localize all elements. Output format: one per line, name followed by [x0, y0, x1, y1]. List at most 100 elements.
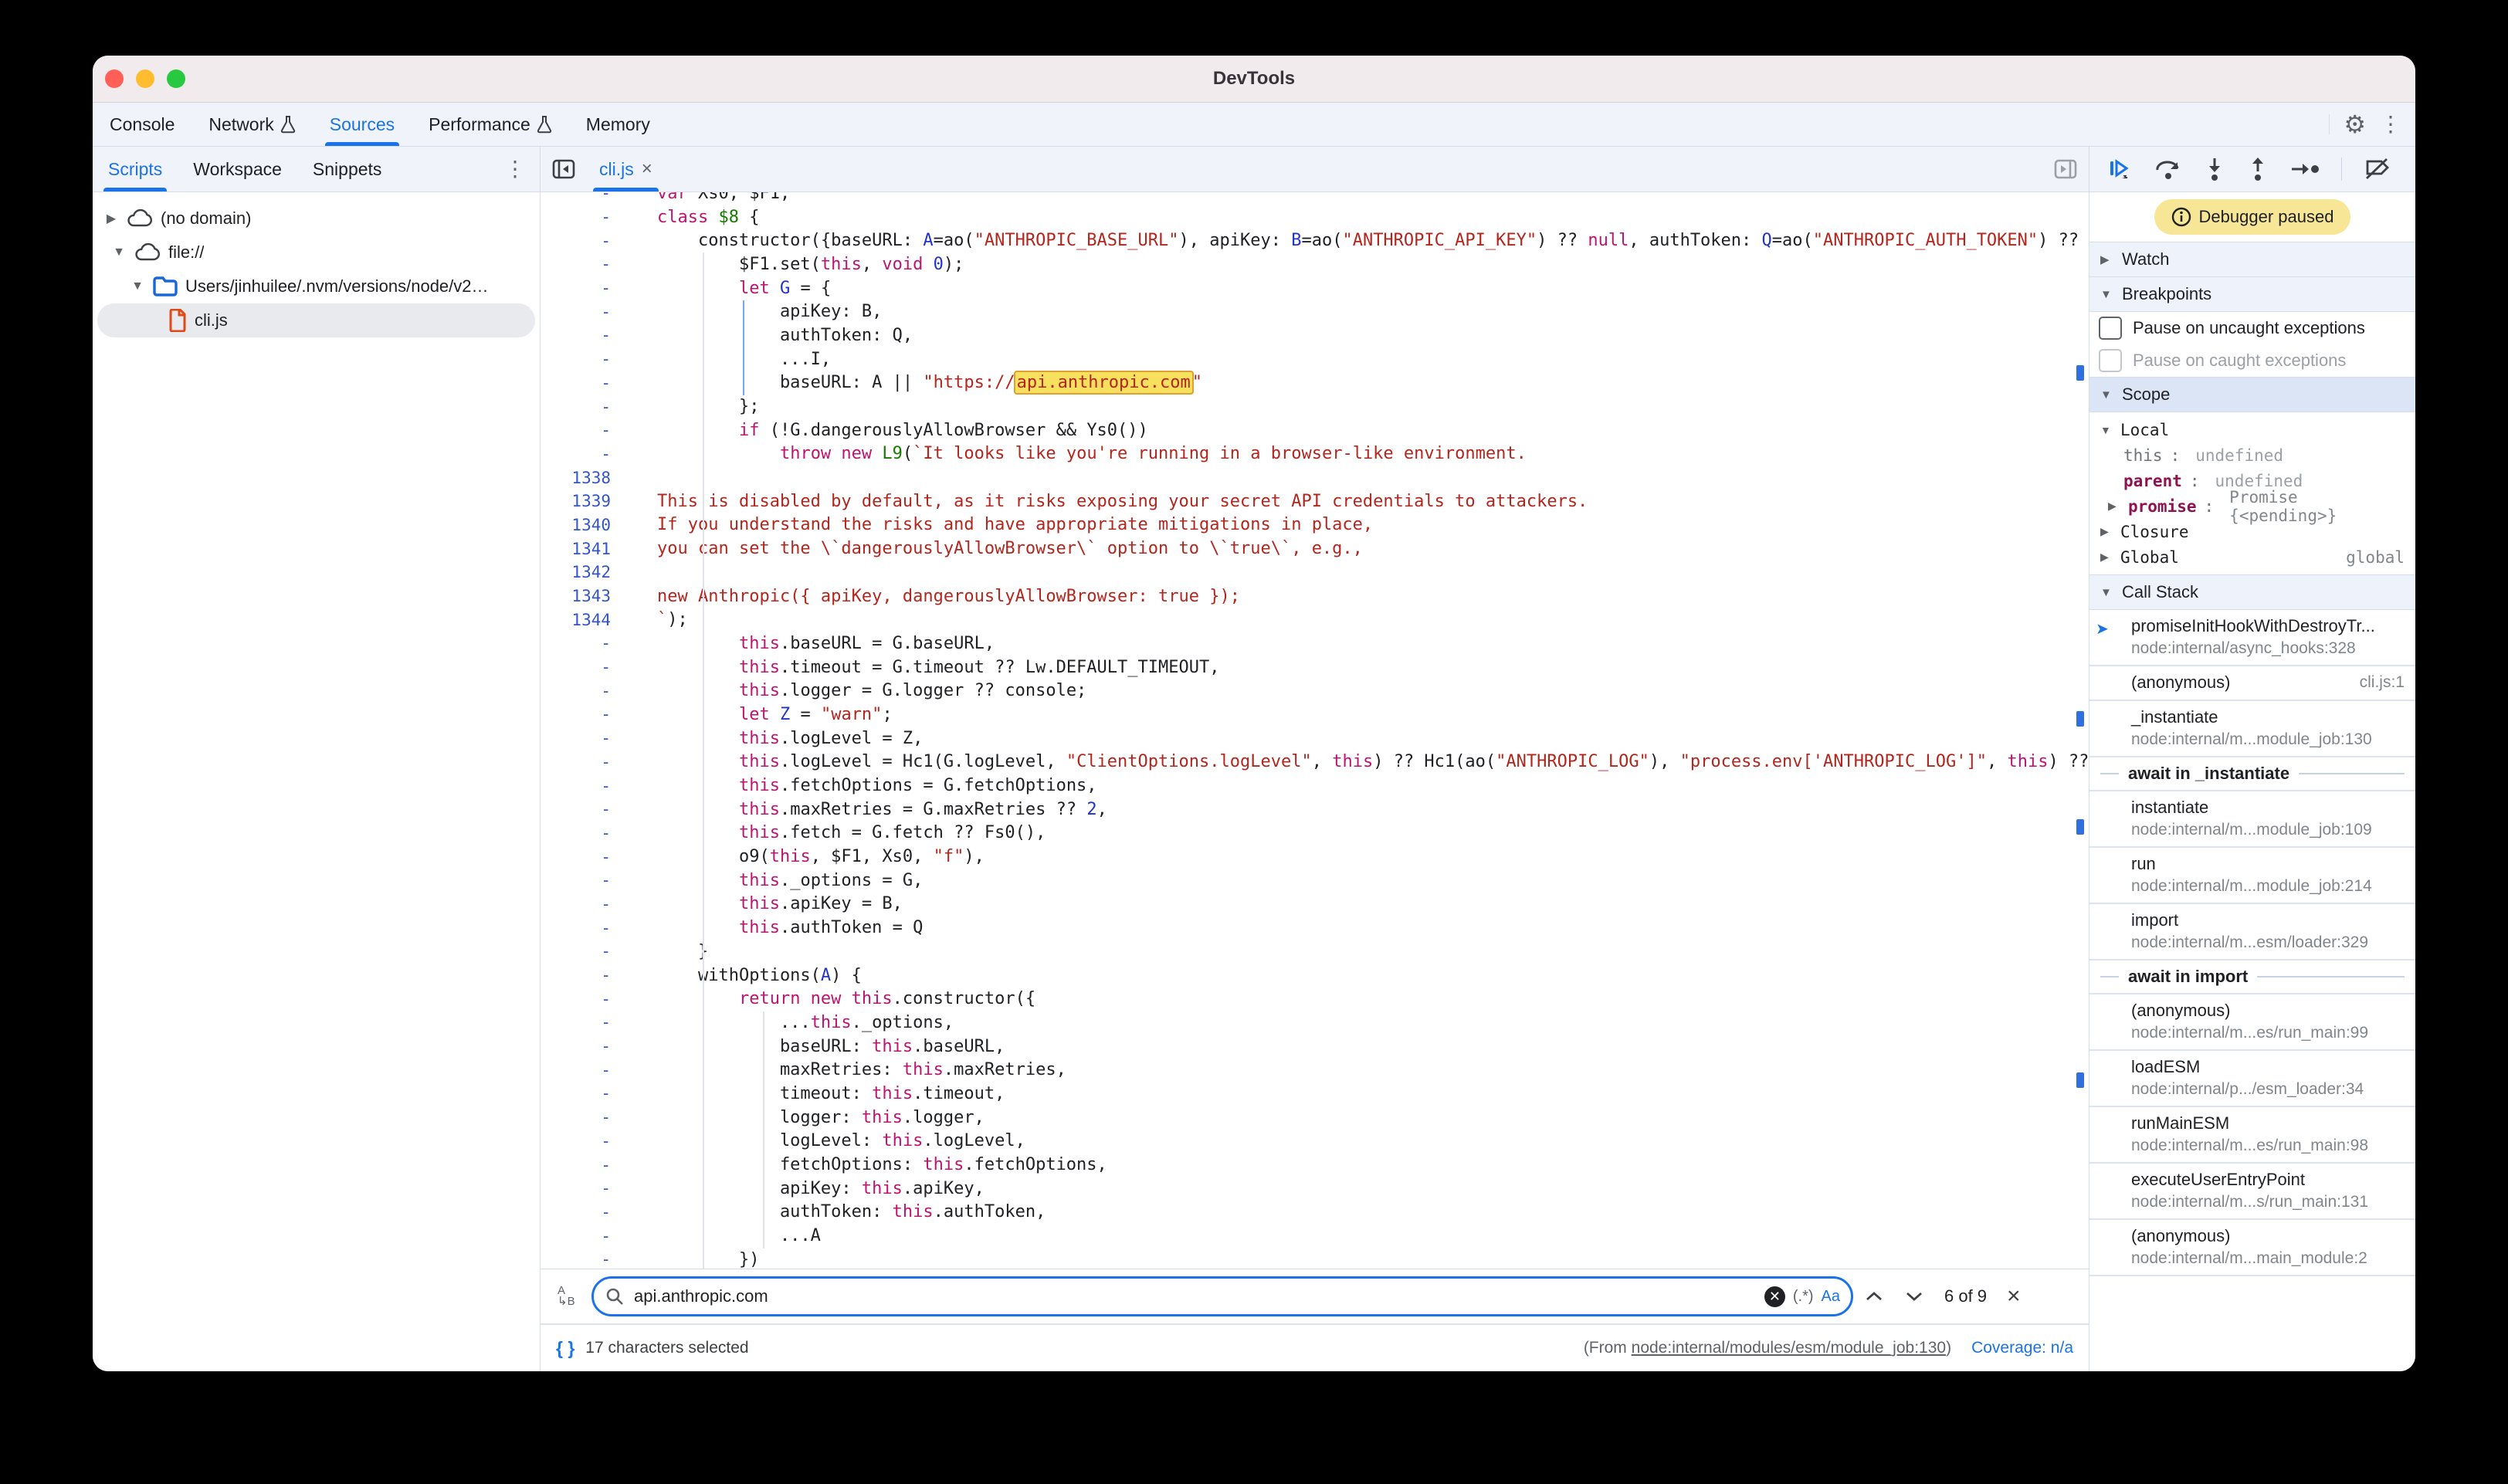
line-number[interactable]: -	[541, 255, 622, 273]
code-line[interactable]: - this.logLevel = Z,	[541, 727, 2089, 750]
callstack-frame[interactable]: (anonymous)node:internal/m...es/run_main…	[2089, 994, 2415, 1051]
editor-tab-clijs[interactable]: cli.js ×	[587, 147, 665, 191]
scope-local-row[interactable]: ▼ Local	[2089, 417, 2415, 442]
code-line[interactable]: 1343new Anthropic({ apiKey, dangerouslyA…	[541, 584, 2089, 608]
line-number[interactable]: 1339	[541, 492, 622, 510]
scope-this-row[interactable]: this: undefined	[2089, 442, 2415, 468]
code-line[interactable]: - logger: this.logger,	[541, 1106, 2089, 1130]
callstack-frame[interactable]: runnode:internal/m...module_job:214	[2089, 848, 2415, 904]
code-line[interactable]: - this.logger = G.logger ?? console;	[541, 679, 2089, 703]
line-number[interactable]: -	[541, 398, 622, 416]
match-case-toggle[interactable]: Aa	[1822, 1288, 1840, 1306]
code-line[interactable]: - fetchOptions: this.fetchOptions,	[541, 1153, 2089, 1177]
code-line[interactable]: - if (!G.dangerouslyAllowBrowser && Ys0(…	[541, 418, 2089, 442]
callstack-frame[interactable]: (anonymous)cli.js:1	[2089, 666, 2415, 701]
settings-gear-icon[interactable]: ⚙	[2344, 112, 2366, 137]
line-number[interactable]: -	[541, 421, 622, 439]
tab-snippets[interactable]: Snippets	[297, 147, 398, 191]
chevron-right-icon[interactable]: ▶	[2100, 525, 2113, 538]
line-number[interactable]: -	[541, 303, 622, 321]
line-number[interactable]: -	[541, 445, 622, 463]
tab-network[interactable]: Network	[191, 103, 312, 146]
code-line[interactable]: - this.timeout = G.timeout ?? Lw.DEFAULT…	[541, 656, 2089, 679]
tab-workspace[interactable]: Workspace	[178, 147, 297, 191]
line-number[interactable]: -	[541, 1203, 622, 1221]
tab-memory[interactable]: Memory	[569, 103, 667, 146]
code-line[interactable]: - this.fetch = G.fetch ?? Fs0(),	[541, 822, 2089, 845]
line-number[interactable]: -	[541, 1013, 622, 1032]
next-match-icon[interactable]	[1904, 1289, 1924, 1303]
close-tab-icon[interactable]: ×	[642, 158, 652, 180]
line-number[interactable]: -	[541, 895, 622, 913]
line-number[interactable]: -	[541, 966, 622, 984]
code-line[interactable]: 1340If you understand the risks and have…	[541, 513, 2089, 537]
code-line[interactable]: - this.authToken = Q	[541, 916, 2089, 940]
tab-sources[interactable]: Sources	[313, 103, 412, 146]
code-line[interactable]: - ...this._options,	[541, 1011, 2089, 1035]
code-line[interactable]: -class $8 {	[541, 205, 2089, 229]
step-out-icon[interactable]	[2247, 156, 2269, 182]
code-line[interactable]: -var Xs0, $F1;	[541, 192, 2089, 205]
code-line[interactable]: - this.maxRetries = G.maxRetries ?? 2,	[541, 798, 2089, 822]
line-number[interactable]: -	[541, 208, 622, 226]
code-line[interactable]: 1342	[541, 561, 2089, 584]
source-origin-link[interactable]: node:internal/modules/esm/module_job:130	[1632, 1339, 1946, 1357]
code-line[interactable]: - this.apiKey = B,	[541, 893, 2089, 916]
line-number[interactable]: -	[541, 1084, 622, 1103]
previous-match-icon[interactable]	[1864, 1289, 1884, 1303]
chevron-right-icon[interactable]: ▶	[103, 211, 119, 226]
code-line[interactable]: - };	[541, 395, 2089, 418]
line-number[interactable]: 1340	[541, 516, 622, 534]
line-number[interactable]: -	[541, 705, 622, 723]
line-number[interactable]: -	[541, 1108, 622, 1127]
line-number[interactable]: -	[541, 753, 622, 771]
scrollbar-match-tick[interactable]	[2076, 819, 2084, 835]
callstack-frame[interactable]: _instantiatenode:internal/m...module_job…	[2089, 701, 2415, 757]
tree-item-clijs[interactable]: cli.js	[97, 303, 535, 337]
chevron-down-icon[interactable]: ▼	[111, 246, 127, 259]
zoom-window-button[interactable]	[167, 69, 185, 88]
callstack-frame[interactable]: ➤promiseInitHookWithDestroyTr...node:int…	[2089, 610, 2415, 666]
code-line[interactable]: - timeout: this.timeout,	[541, 1082, 2089, 1106]
line-number[interactable]: -	[541, 1132, 622, 1150]
code-line[interactable]: - baseURL: A || "https://api.anthropic.c…	[541, 371, 2089, 395]
code-line[interactable]: - let G = {	[541, 276, 2089, 300]
search-pill[interactable]: ✕ (.*) Aa	[591, 1276, 1853, 1316]
scope-section-header[interactable]: ▼ Scope	[2089, 377, 2415, 412]
line-number[interactable]: -	[541, 848, 622, 866]
line-number[interactable]: -	[541, 990, 622, 1008]
callstack-frame[interactable]: (anonymous)node:internal/m...main_module…	[2089, 1220, 2415, 1276]
coverage-link[interactable]: Coverage: n/a	[1971, 1339, 2073, 1357]
code-line[interactable]: - logLevel: this.logLevel,	[541, 1130, 2089, 1154]
line-number[interactable]: -	[541, 777, 622, 795]
line-number[interactable]: -	[541, 658, 622, 676]
line-number[interactable]: 1342	[541, 563, 622, 581]
code-line[interactable]: 1338	[541, 466, 2089, 490]
line-number[interactable]: -	[541, 634, 622, 652]
line-number[interactable]: 1343	[541, 587, 622, 605]
scope-promise-row[interactable]: ▶ promise: Promise {<pending>}	[2089, 493, 2415, 519]
line-number[interactable]: 1344	[541, 611, 622, 629]
code-line[interactable]: - this._options = G,	[541, 869, 2089, 893]
code-editor[interactable]: -var Xs0, $F1;-class $8 {- constructor({…	[541, 192, 2089, 1269]
code-line[interactable]: - apiKey: this.apiKey,	[541, 1177, 2089, 1201]
code-line[interactable]: - authToken: this.authToken,	[541, 1201, 2089, 1225]
code-line[interactable]: - ...A	[541, 1224, 2089, 1248]
line-number[interactable]: -	[541, 374, 622, 392]
code-line[interactable]: - apiKey: B,	[541, 300, 2089, 324]
code-line[interactable]: 1339This is disabled by default, as it r…	[541, 490, 2089, 513]
code-line[interactable]: - authToken: Q,	[541, 324, 2089, 347]
deactivate-breakpoints-icon[interactable]	[2364, 157, 2391, 181]
breakpoints-section-header[interactable]: ▼ Breakpoints	[2089, 277, 2415, 312]
tab-scripts[interactable]: Scripts	[93, 147, 178, 191]
step-icon[interactable]	[2290, 161, 2320, 177]
minimize-window-button[interactable]	[136, 69, 154, 88]
code-line[interactable]: - throw new L9(`It looks like you're run…	[541, 442, 2089, 466]
code-line[interactable]: - $F1.set(this, void 0);	[541, 252, 2089, 276]
resume-script-icon[interactable]	[2106, 156, 2133, 182]
close-search-icon[interactable]: ×	[2007, 1283, 2021, 1310]
search-input[interactable]	[632, 1286, 1757, 1307]
code-line[interactable]: - constructor({baseURL: A=ao("ANTHROPIC_…	[541, 229, 2089, 252]
line-number[interactable]: -	[541, 682, 622, 700]
chevron-right-icon[interactable]: ▶	[2100, 551, 2113, 564]
